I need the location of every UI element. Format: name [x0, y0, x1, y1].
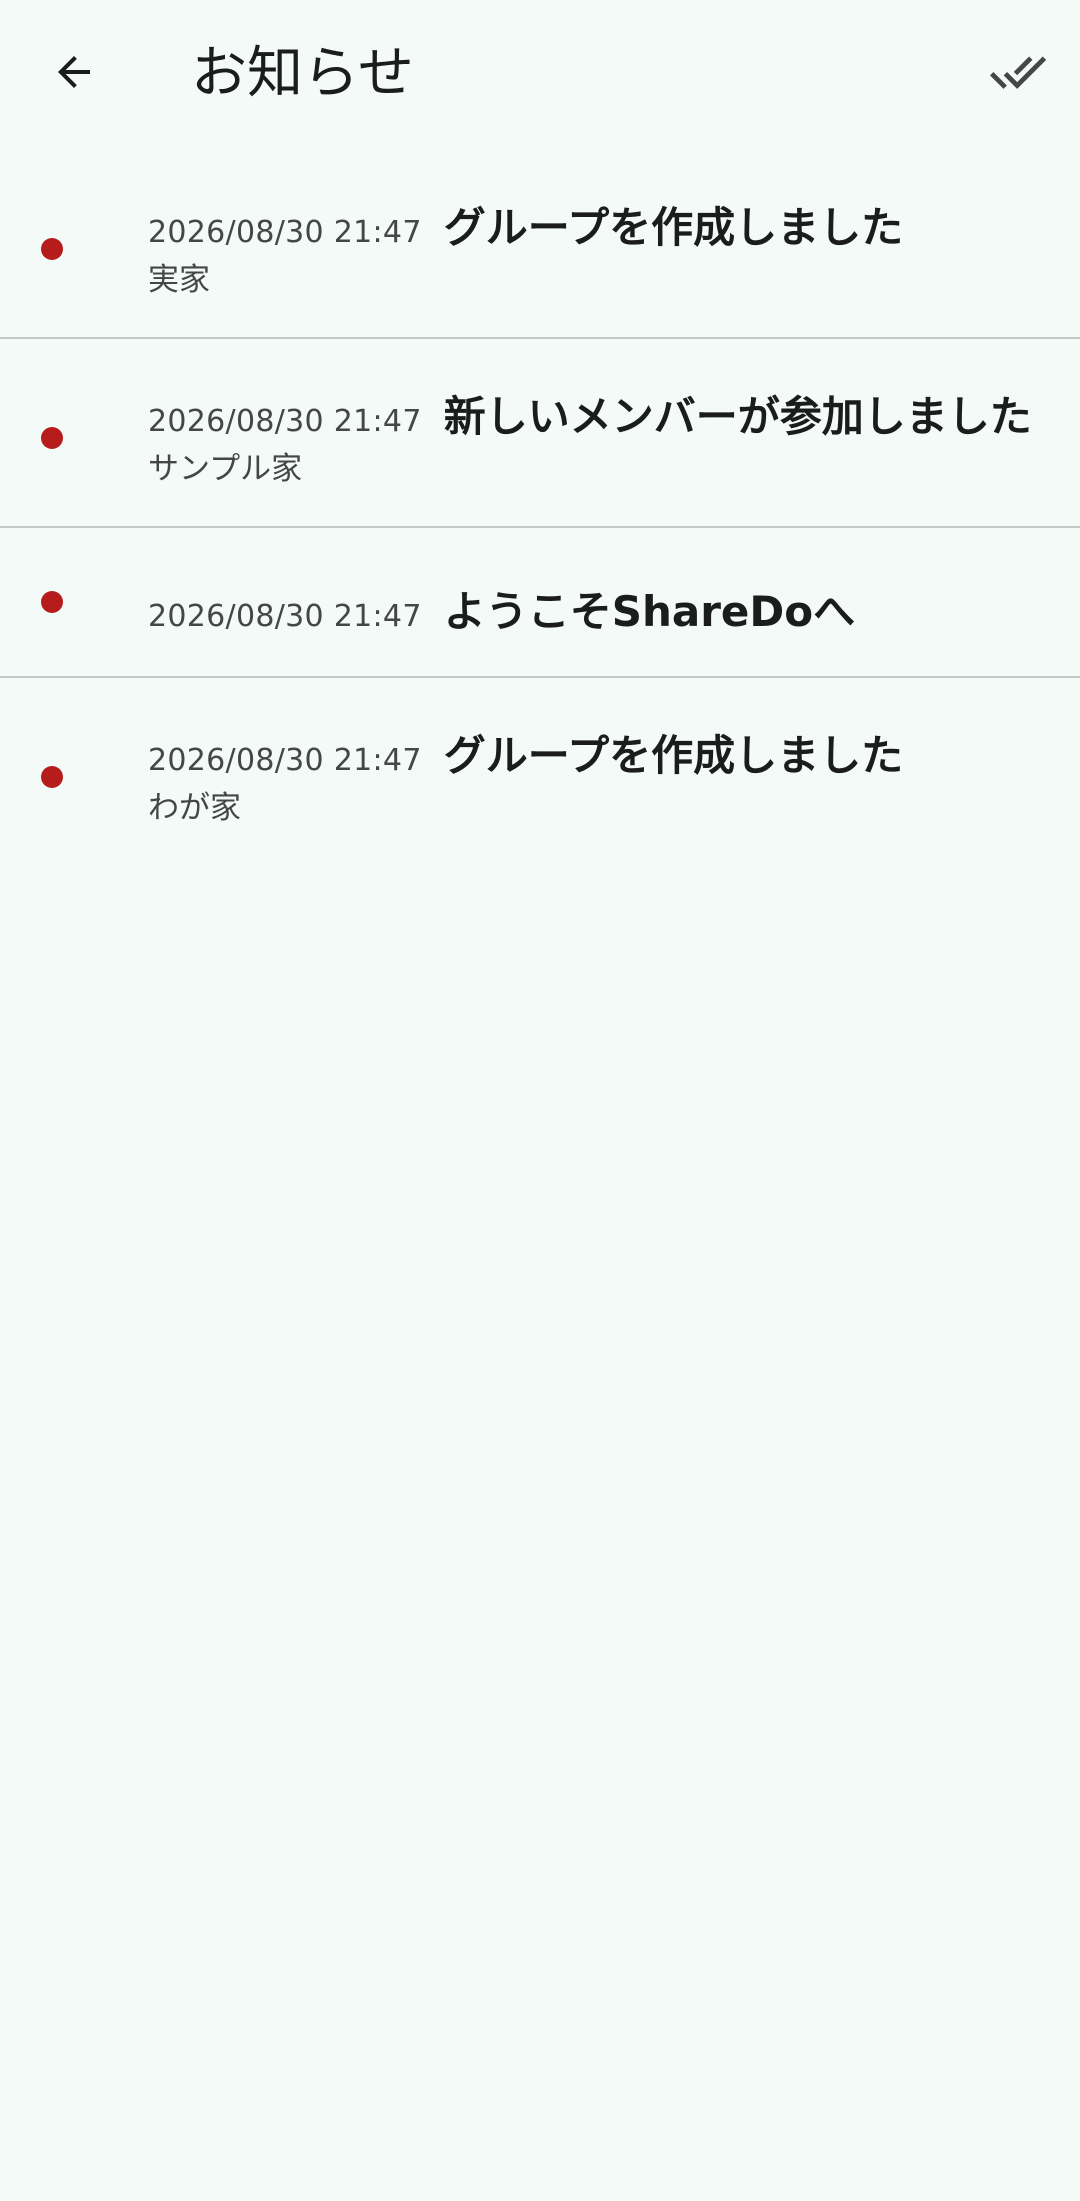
unread-dot	[41, 766, 63, 788]
unread-dot	[41, 238, 63, 260]
notification-item[interactable]: 2026/08/30 21:47 グループを作成しました わが家	[0, 678, 1080, 865]
notification-time: 2026/08/30 21:47	[148, 215, 422, 250]
notification-list: 2026/08/30 21:47 グループを作成しました 実家 2026/08/…	[0, 150, 1080, 865]
notification-header: 2026/08/30 21:47 グループを作成しました	[148, 194, 1050, 255]
notification-item[interactable]: 2026/08/30 21:47 ようこそShareDoへ	[0, 528, 1080, 676]
notification-title: グループを作成しました	[443, 203, 904, 252]
arrow-back-icon	[58, 56, 90, 88]
notification-title: ようこそShareDoへ	[443, 587, 856, 636]
app-bar: お知らせ	[0, 0, 1080, 150]
unread-dot	[41, 427, 63, 449]
double-check-icon	[989, 56, 1047, 89]
notification-header: 2026/08/30 21:47 ようこそShareDoへ	[148, 578, 1050, 639]
notification-title: 新しいメンバーが参加しました	[443, 392, 1032, 441]
unread-dot	[41, 591, 63, 613]
notification-time: 2026/08/30 21:47	[148, 599, 422, 634]
notification-item[interactable]: 2026/08/30 21:47 グループを作成しました 実家	[0, 150, 1080, 337]
notification-header: 2026/08/30 21:47 新しいメンバーが参加しました	[148, 383, 1050, 444]
notification-header: 2026/08/30 21:47 グループを作成しました	[148, 722, 1050, 783]
notification-time: 2026/08/30 21:47	[148, 743, 422, 778]
notification-group: サンプル家	[148, 451, 303, 487]
mark-all-read-button[interactable]	[978, 32, 1058, 112]
notification-item[interactable]: 2026/08/30 21:47 新しいメンバーが参加しました サンプル家	[0, 339, 1080, 526]
notification-title: グループを作成しました	[443, 731, 904, 780]
notification-group: わが家	[148, 790, 241, 826]
back-button[interactable]	[34, 32, 114, 112]
page-title: お知らせ	[191, 41, 414, 106]
notification-time: 2026/08/30 21:47	[148, 404, 422, 439]
notification-group: 実家	[148, 262, 210, 298]
